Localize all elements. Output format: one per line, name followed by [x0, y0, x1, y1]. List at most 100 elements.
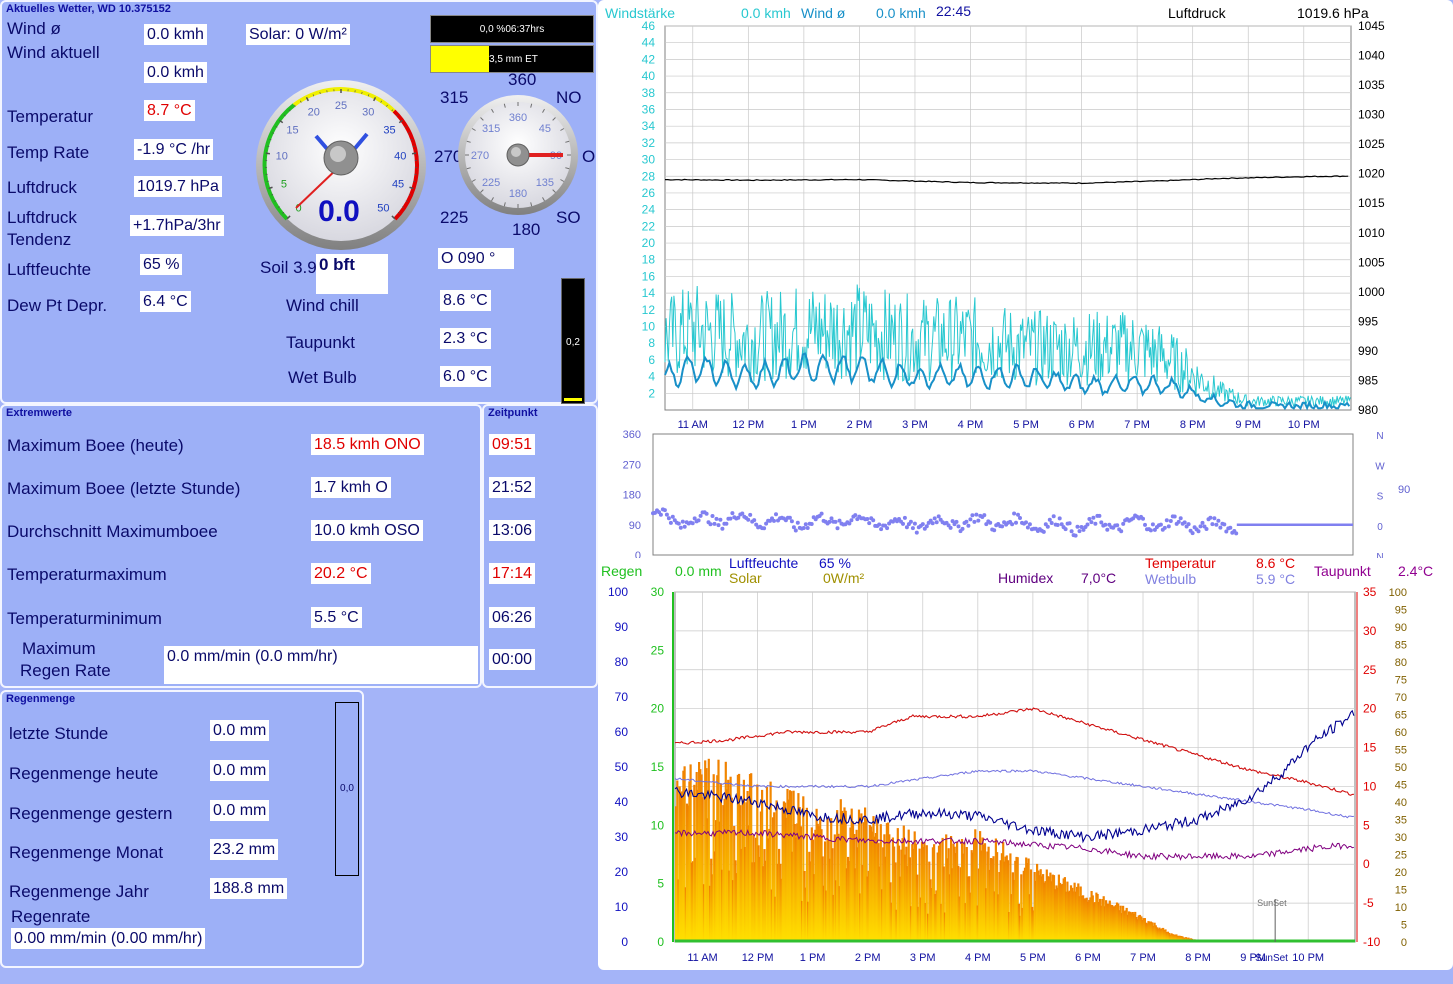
wind-left-tick-label: 30 [642, 153, 656, 167]
solar-axis-label: 90 [1395, 622, 1407, 634]
direction-point [1218, 525, 1223, 530]
et-bar: 3,5 mm ET [430, 45, 594, 73]
gauge-tick [265, 152, 271, 155]
direction-point [676, 521, 681, 526]
direction-point [1075, 524, 1080, 529]
temp-chart-hum-value: 65 % [819, 555, 851, 571]
trend-label: Luftdruck [7, 208, 77, 227]
extreme-label: Temperaturminimum [7, 609, 162, 628]
direction-point [1162, 525, 1167, 530]
wind-right-tick-label: 995 [1358, 314, 1378, 328]
max-rain-rate-label-2: Regen Rate [20, 661, 111, 680]
direction-point [1166, 524, 1171, 529]
direction-point [871, 518, 876, 523]
hum-axis-label: 60 [615, 725, 629, 739]
compass-s: 180 [512, 220, 541, 239]
gauge-tick-label: 40 [394, 151, 406, 163]
direction-point [712, 521, 717, 526]
direction-point [716, 523, 721, 528]
direction-point [668, 520, 673, 525]
wind-speed-gauge: 05101520253035404550 0.0 [256, 80, 426, 250]
chill-label: Wind chill [286, 296, 359, 315]
direction-point [805, 526, 810, 530]
wind-left-tick-label: 6 [648, 353, 655, 367]
direction-right-label: 0 [1377, 522, 1383, 533]
temp-axis-label: 0 [1363, 857, 1370, 871]
direction-point [1089, 520, 1094, 525]
rain-axis-label: 30 [651, 585, 665, 599]
solar-axis-label: 75 [1395, 675, 1407, 687]
direction-point [809, 522, 814, 526]
solar-axis-label: 20 [1395, 867, 1407, 879]
direction-point [1121, 521, 1126, 526]
wind-left-tick-label: 36 [642, 102, 656, 116]
wind-right-tick-label: 1000 [1358, 285, 1385, 299]
wind-chart-time: 22:45 [936, 3, 972, 19]
direction-point [835, 526, 840, 531]
direction-point [1208, 515, 1213, 520]
direction-point [787, 515, 792, 520]
wind-right-tick-label: 1035 [1358, 78, 1385, 92]
max-rain-rate-label: Maximum [22, 639, 96, 658]
solar-axis-label: 85 [1395, 640, 1407, 652]
direction-point [708, 522, 713, 527]
wind-left-tick-label: 4 [648, 370, 655, 384]
direction-point [774, 512, 778, 517]
sunset-label-axis: SunSet [1255, 953, 1288, 964]
solar-axis-label: 60 [1395, 727, 1407, 739]
direction-point [658, 512, 663, 517]
beaufort-value: 0 bft [316, 254, 388, 294]
side-level-bar: 0,2 [561, 278, 585, 404]
max-rain-rate-value: 0.0 mm/min (0.0 mm/hr) [164, 646, 478, 684]
wind-right-tick-label: 1040 [1358, 49, 1385, 63]
direction-point [1119, 529, 1124, 534]
temp-chart-regen-label: Regen [601, 563, 643, 579]
temperature-humidity-chart: -10-505101520253035010203040506070809010… [608, 585, 1407, 964]
gauge-tick-label: 30 [362, 107, 374, 119]
wind-left-tick-label: 38 [642, 86, 656, 100]
direction-point [1178, 516, 1183, 521]
wind-left-tick-label: 2 [648, 386, 655, 400]
direction-point [1150, 522, 1155, 527]
direction-point [1103, 522, 1108, 527]
direction-point [948, 525, 953, 530]
direction-point [1198, 524, 1203, 529]
trend-label-2: Tendenz [7, 230, 72, 249]
wind-left-tick-label: 24 [642, 203, 656, 217]
gauge-tick-label: 25 [335, 100, 347, 112]
direction-point [1228, 525, 1233, 530]
rain-axis-label: 15 [651, 760, 665, 774]
hum-axis-label: 0 [621, 935, 628, 949]
current-panel-title: Aktuelles Wetter, WD 10.375152 [6, 3, 171, 15]
hum-axis-label: 100 [608, 585, 628, 599]
wind-right-tick-label: 990 [1358, 344, 1378, 358]
direction-point [879, 527, 884, 532]
direction-point [902, 515, 907, 520]
extreme-label: Maximum Boee (heute) [7, 436, 184, 455]
direction-point [1024, 520, 1028, 525]
hum-axis-label: 80 [615, 655, 629, 669]
time-title: Zeitpunkt [488, 407, 538, 419]
hum-axis-label: 50 [615, 760, 629, 774]
rain-value: 188.8 mm [210, 878, 288, 899]
gauge-tick [411, 152, 417, 155]
direction-point [914, 530, 919, 535]
gauge-tick-label: 10 [276, 151, 288, 163]
direction-point [920, 522, 925, 527]
direction-point [752, 518, 757, 523]
direction-point [1148, 528, 1153, 533]
wind-left-tick-label: 46 [642, 19, 656, 33]
direction-point [988, 520, 993, 525]
direction-point [1234, 531, 1239, 536]
direction-point [680, 519, 685, 524]
extreme-value: 10.0 kmh OSO [311, 520, 423, 541]
direction-point [1049, 521, 1054, 525]
direction-point [1222, 522, 1227, 527]
wind-left-tick-label: 18 [642, 253, 656, 267]
temp-value: 8.7 °C [144, 100, 195, 121]
direction-point [1012, 511, 1017, 516]
direction-point [690, 521, 695, 526]
direction-point [865, 517, 870, 521]
direction-left-tick-label: 90 [629, 520, 641, 532]
temp-axis-label: 5 [1363, 818, 1370, 832]
